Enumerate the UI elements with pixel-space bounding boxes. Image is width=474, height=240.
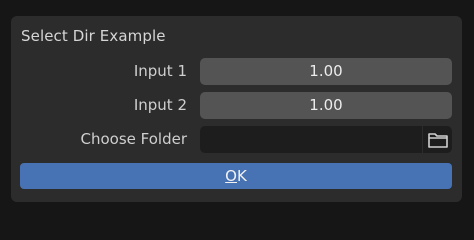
dialog-panel: Select Dir Example Input 1 1.00 Input 2 … <box>11 16 462 202</box>
folder-icon <box>427 132 448 148</box>
choose-folder-label: Choose Folder <box>80 130 187 148</box>
folder-path-field[interactable] <box>200 126 422 153</box>
input-2-label: Input 2 <box>133 96 187 114</box>
input-1-label: Input 1 <box>133 62 187 80</box>
input-2-field[interactable]: 1.00 <box>200 92 452 119</box>
dialog-title: Select Dir Example <box>21 27 166 45</box>
folder-browse-button[interactable] <box>423 126 452 153</box>
input-1-field[interactable]: 1.00 <box>200 58 452 85</box>
ok-button[interactable]: OK <box>20 163 452 189</box>
